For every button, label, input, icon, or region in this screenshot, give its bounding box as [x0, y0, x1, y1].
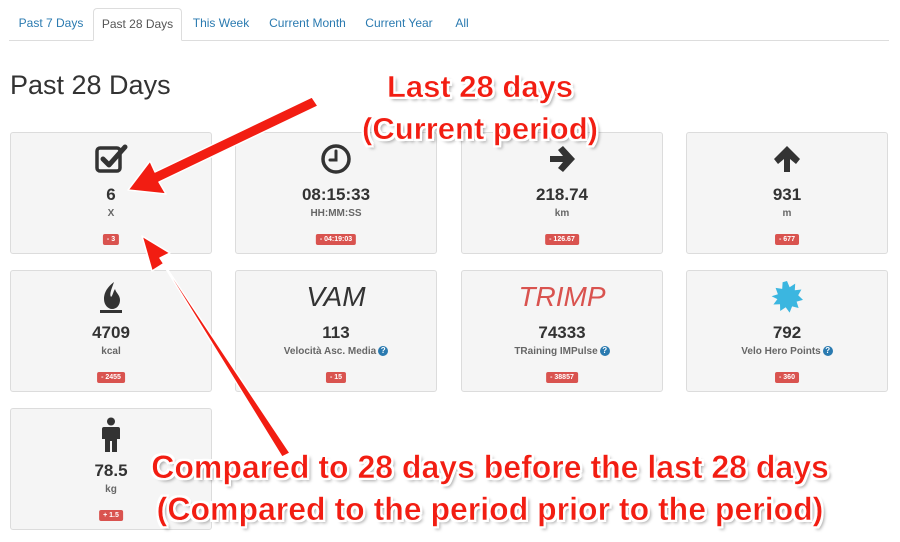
annotation-comparison: Compared to 28 days before the last 28 d… — [80, 446, 900, 530]
annotation-line: Compared to 28 days before the last 28 d… — [151, 449, 829, 486]
annotation-line: Last 28 days — [386, 69, 574, 105]
annotation-line: (Compared to the period prior to the per… — [156, 491, 824, 528]
annotation-current-period: Last 28 days (Current period) — [320, 66, 640, 150]
annotation-line: (Current period) — [362, 111, 598, 147]
